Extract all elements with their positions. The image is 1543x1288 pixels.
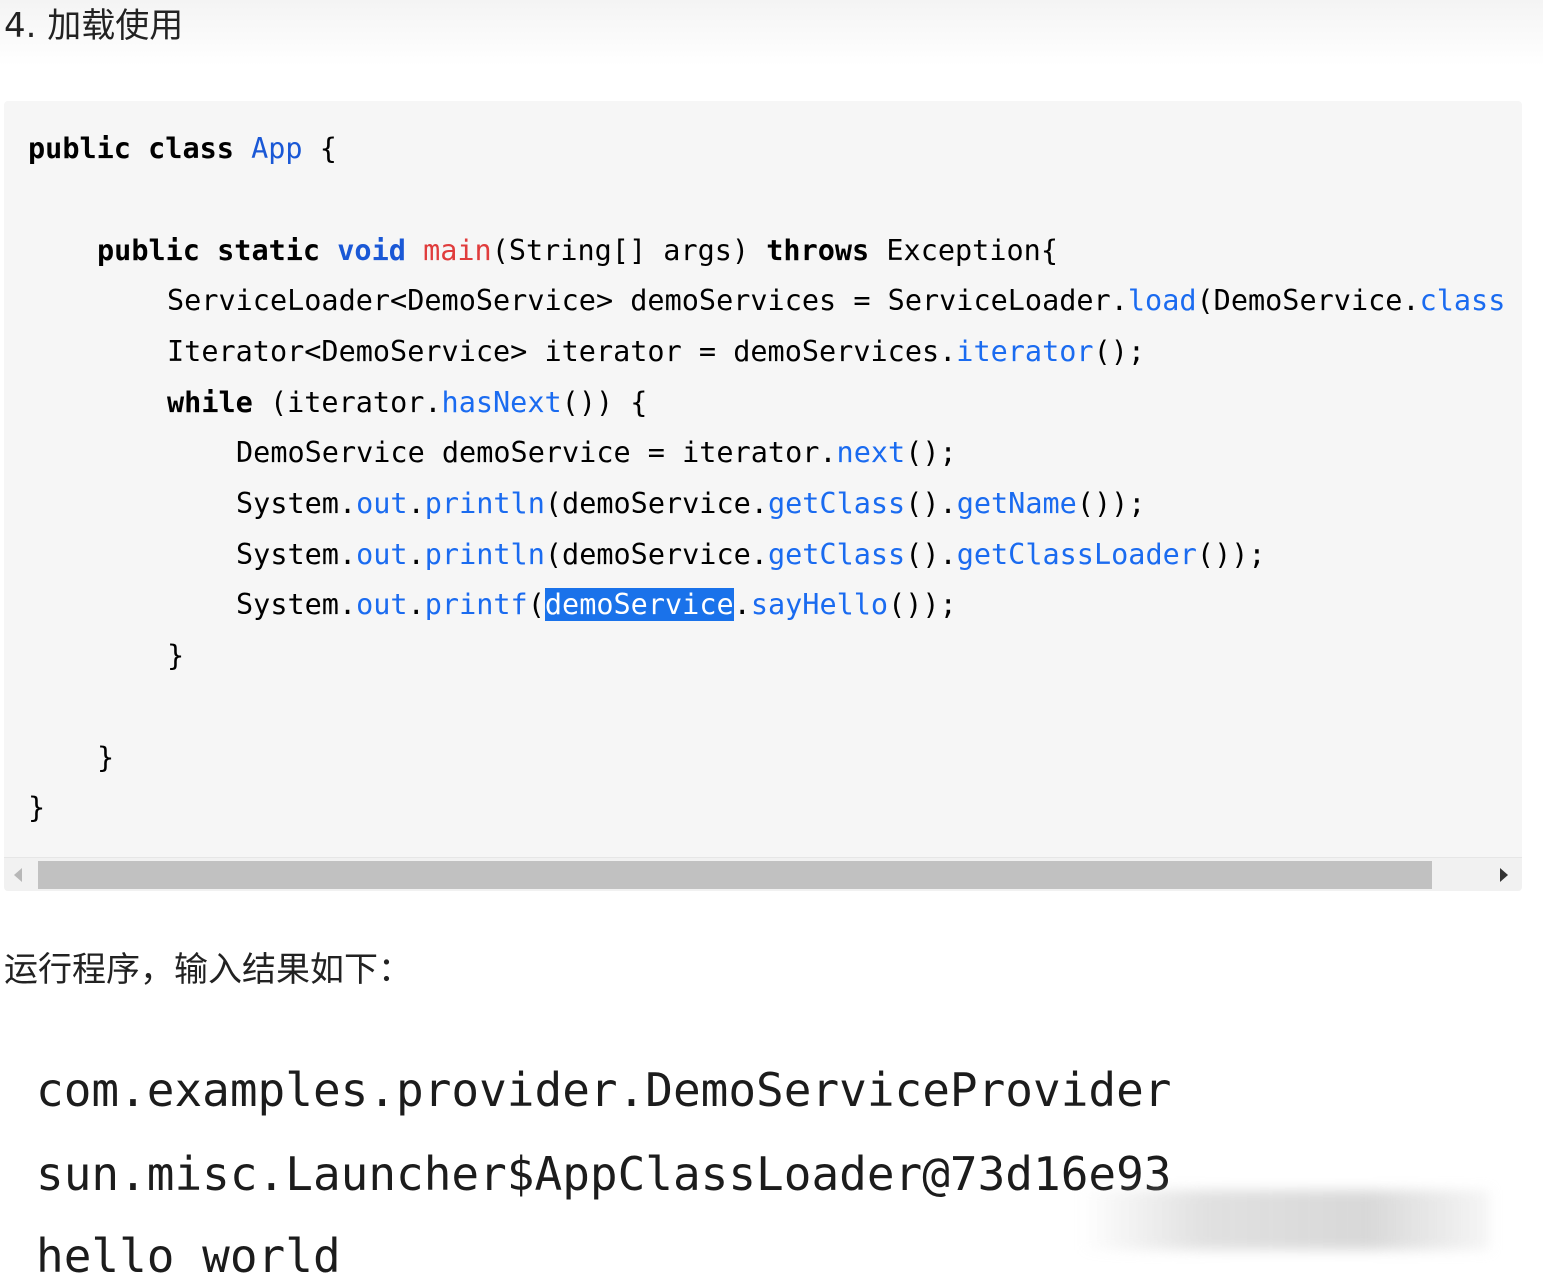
close-while-brace: } bbox=[167, 639, 185, 672]
result-intro-text: 运行程序，输入结果如下： bbox=[4, 950, 412, 990]
code-line-9: System.out.printf(demoService.sayHello()… bbox=[236, 587, 957, 623]
code-text: ServiceLoader<DemoService> demoServices … bbox=[167, 284, 1128, 317]
keyword: public bbox=[28, 132, 131, 165]
method-name: getClassLoader bbox=[956, 538, 1197, 571]
code-text: . bbox=[407, 588, 425, 621]
code-block: public class App { public static void ma… bbox=[4, 101, 1522, 891]
method-name: load bbox=[1127, 284, 1197, 317]
code-text: (demoService. bbox=[544, 487, 768, 520]
code-lines: public class App { public static void ma… bbox=[28, 101, 1522, 857]
code-text: . bbox=[407, 538, 425, 571]
code-text: ()); bbox=[888, 588, 957, 621]
keyword-void: void bbox=[337, 234, 406, 267]
code-line-7: System.out.println(demoService.getClass(… bbox=[236, 486, 1145, 522]
method-name: println bbox=[424, 538, 545, 571]
output-line: com.examples.provider.DemoServiceProvide… bbox=[36, 1063, 1172, 1117]
code-line-6: DemoService demoService = iterator.next(… bbox=[236, 435, 957, 471]
main-function-name: main bbox=[423, 234, 492, 267]
code-text: DemoService demoService = iterator. bbox=[236, 436, 837, 469]
keyword: throws bbox=[766, 234, 870, 267]
method-name: hasNext bbox=[441, 386, 562, 419]
blurred-watermark bbox=[1080, 1190, 1490, 1250]
scroll-right-arrow-icon[interactable] bbox=[1500, 868, 1508, 882]
method-name: sayHello bbox=[750, 588, 889, 621]
code-text: System. bbox=[236, 487, 357, 520]
method-name: getClass bbox=[767, 538, 906, 571]
code-text: (). bbox=[905, 538, 957, 571]
code-line-5: while (iterator.hasNext()) { bbox=[167, 385, 647, 421]
code-text: Iterator<DemoService> iterator = demoSer… bbox=[167, 335, 957, 368]
code-line-4: Iterator<DemoService> iterator = demoSer… bbox=[167, 334, 1145, 370]
method-name: iterator bbox=[956, 335, 1094, 368]
code-line-8: System.out.println(demoService.getClass(… bbox=[236, 537, 1266, 573]
keyword: static bbox=[217, 234, 321, 267]
selected-text[interactable]: demoService bbox=[544, 588, 734, 621]
code-text: . bbox=[407, 487, 425, 520]
code-text: System. bbox=[236, 588, 357, 621]
code-text: ()); bbox=[1196, 538, 1266, 571]
program-output: com.examples.provider.DemoServiceProvide… bbox=[36, 1050, 1496, 1288]
code-text: ( bbox=[527, 588, 545, 621]
output-line: hello world bbox=[36, 1229, 341, 1283]
method-name: getClass bbox=[767, 487, 906, 520]
output-line: sun.misc.Launcher$AppClassLoader@73d16e9… bbox=[36, 1147, 1172, 1201]
horizontal-scrollbar[interactable] bbox=[4, 857, 1522, 891]
code-text: ()); bbox=[1076, 487, 1146, 520]
keyword: class bbox=[148, 132, 234, 165]
code-text: (iterator. bbox=[252, 386, 442, 419]
method-name: next bbox=[836, 436, 906, 469]
field-name: out bbox=[356, 588, 408, 621]
code-text: (). bbox=[905, 487, 957, 520]
keyword: while bbox=[167, 386, 253, 419]
code-text: System. bbox=[236, 538, 357, 571]
code-text: . bbox=[733, 588, 751, 621]
class-keyword: class bbox=[1419, 284, 1506, 317]
code-line-2: public static void main(String[] args) t… bbox=[97, 233, 1058, 269]
code-text: (); bbox=[1093, 335, 1146, 368]
brace: { bbox=[319, 132, 337, 165]
code-line-3: ServiceLoader<DemoService> demoServices … bbox=[167, 283, 1505, 319]
class-name: App bbox=[251, 132, 303, 165]
code-text: (demoService. bbox=[544, 538, 768, 571]
field-name: out bbox=[356, 538, 408, 571]
exception-type: Exception{ bbox=[886, 234, 1058, 267]
scrollbar-thumb[interactable] bbox=[38, 861, 1432, 889]
code-text: (); bbox=[905, 436, 957, 469]
method-name: getName bbox=[956, 487, 1077, 520]
method-name: printf bbox=[424, 588, 528, 621]
field-name: out bbox=[356, 487, 408, 520]
close-main-brace: } bbox=[97, 741, 115, 774]
code-text: (DemoService. bbox=[1196, 284, 1420, 317]
keyword: public bbox=[97, 234, 200, 267]
code-line-1: public class App { bbox=[28, 131, 337, 167]
params: (String[] args) bbox=[491, 234, 750, 267]
section-heading: 4. 加载使用 bbox=[0, 0, 1543, 66]
close-class-brace: } bbox=[28, 791, 46, 824]
scroll-left-arrow-icon[interactable] bbox=[14, 868, 22, 882]
code-text: ()) { bbox=[561, 386, 648, 419]
method-name: println bbox=[424, 487, 545, 520]
